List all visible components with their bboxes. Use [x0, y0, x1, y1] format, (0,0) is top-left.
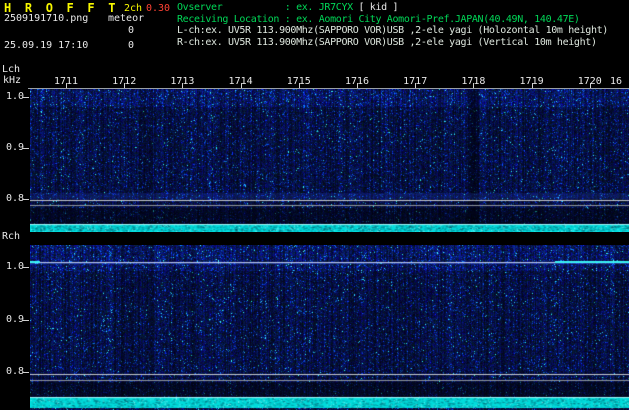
observer-text: Ovserver : ex. JR7CYX — [177, 2, 358, 13]
hrofft-window: H R O F F T 2ch 0.30 2509191710.png mete… — [0, 0, 629, 410]
rch-freq-tick-mark — [23, 267, 29, 268]
observer-id-bracket: [ kid ] — [358, 2, 398, 13]
lch-freq-tick-mark — [23, 199, 29, 200]
time-edge-label: 16 — [610, 76, 622, 87]
location-line: Receiving Location : ex. Aomori City Aom… — [177, 14, 608, 26]
rch-freq-tick-label: 0.9 — [6, 314, 24, 325]
time-tick-mark — [299, 83, 300, 88]
count-top: 0 — [112, 25, 134, 36]
lch-freq-tick-mark — [23, 97, 29, 98]
rch-freq-tick-label: 0.8 — [6, 366, 24, 377]
lch-axis-label: Lch — [2, 64, 20, 75]
lch-info-line: L-ch:ex. UV5R 113.900Mhz(SAPPORO VOR)USB… — [177, 25, 608, 37]
app-version: 0.30 — [146, 3, 170, 14]
observation-info: Ovserver : ex. JR7CYX [ kid ] Receiving … — [177, 2, 608, 48]
lch-freq-tick-mark — [23, 148, 29, 149]
time-tick-mark — [66, 83, 67, 88]
timestamp: 25.09.19 17:10 — [4, 40, 88, 51]
rch-spectrogram — [30, 245, 629, 410]
time-tick-mark — [590, 83, 591, 88]
lch-freq-tick-label: 0.8 — [6, 193, 24, 204]
time-tick-mark — [124, 83, 125, 88]
time-tick-mark — [532, 83, 533, 88]
rch-freq-tick-mark — [23, 320, 29, 321]
output-filename: 2509191710.png — [4, 13, 88, 24]
rch-axis-label: Rch — [2, 231, 20, 242]
lch-spectrogram — [30, 89, 629, 232]
time-tick-mark — [415, 83, 416, 88]
rch-info-line: R-ch:ex. UV5R 113.900Mhz(SAPPORO VOR)USB… — [177, 37, 608, 49]
time-tick-mark — [241, 83, 242, 88]
rch-freq-tick-mark — [23, 372, 29, 373]
mode-label: meteor — [108, 13, 144, 24]
observer-line: Ovserver : ex. JR7CYX [ kid ] — [177, 2, 608, 14]
count-bottom: 0 — [112, 40, 134, 51]
time-tick-mark — [182, 83, 183, 88]
time-tick-mark — [473, 83, 474, 88]
khz-unit-label: kHz — [3, 75, 21, 86]
time-tick-mark — [357, 83, 358, 88]
lch-freq-tick-label: 0.9 — [6, 142, 24, 153]
lch-freq-tick-label: 1.0 — [6, 91, 24, 102]
rch-freq-tick-label: 1.0 — [6, 261, 24, 272]
